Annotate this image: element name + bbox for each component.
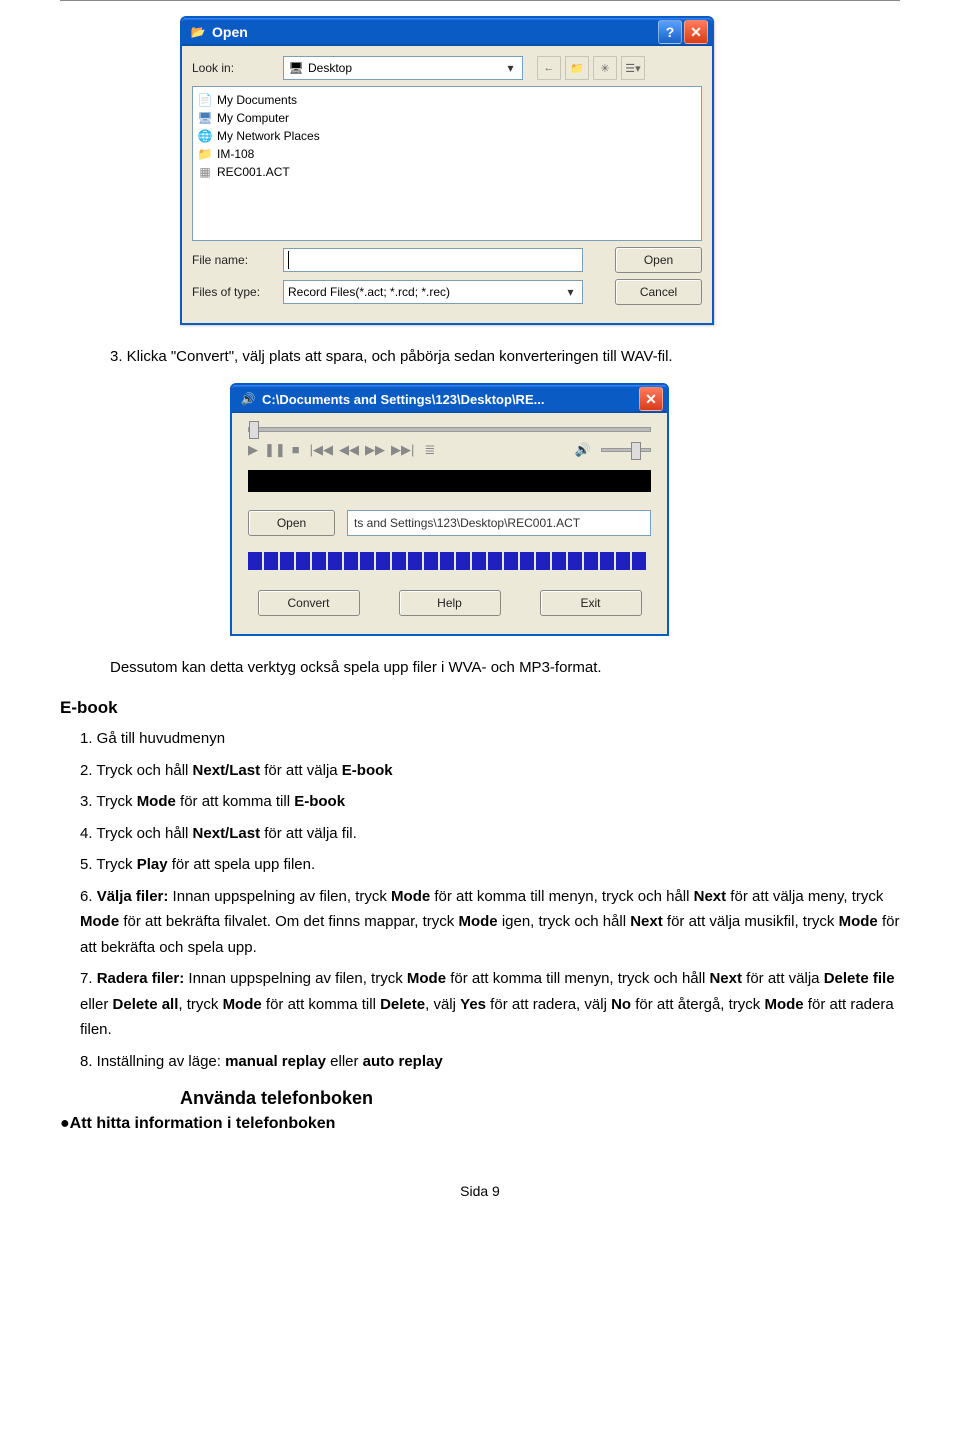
list-item-2: 2. Tryck och håll Next/Last för att välj…: [80, 758, 900, 784]
position-slider[interactable]: [248, 427, 651, 432]
open-button[interactable]: Open: [615, 247, 702, 273]
player-titlebar: 🔊 C:\Documents and Settings\123\Desktop\…: [232, 385, 667, 413]
network-icon: 🌐: [197, 128, 213, 144]
exit-button[interactable]: Exit: [540, 590, 642, 616]
player-dialog-screenshot: 🔊 C:\Documents and Settings\123\Desktop\…: [230, 383, 669, 636]
close-button[interactable]: ✕: [684, 20, 708, 44]
prev-track-icon[interactable]: |◀◀: [310, 442, 333, 458]
chevron-down-icon: ▾: [563, 285, 578, 299]
list-item-4: 4. Tryck och håll Next/Last för att välj…: [80, 821, 900, 847]
up-folder-icon[interactable]: 📁: [565, 56, 589, 80]
progress-bar: [248, 552, 651, 570]
desktop-icon: 🖥: [288, 60, 304, 76]
path-field[interactable]: ts and Settings\123\Desktop\REC001.ACT: [347, 510, 651, 536]
back-icon[interactable]: ←: [537, 56, 561, 80]
help-button[interactable]: Help: [399, 590, 501, 616]
page-footer: Sida 9: [60, 1183, 900, 1199]
list-item-7: 7. Radera filer: Innan uppspelning av fi…: [80, 966, 900, 1043]
docs-icon: 📄: [197, 92, 213, 108]
forward-icon[interactable]: ▶▶: [365, 442, 385, 458]
dialog-titlebar: 📂 Open ? ✕: [182, 18, 712, 46]
lookin-combo[interactable]: 🖥 Desktop ▾: [283, 56, 523, 80]
after-player-text: Dessutom kan detta verktyg också spela u…: [110, 656, 900, 680]
app-icon: 📂: [190, 24, 206, 40]
next-track-icon[interactable]: ▶▶|: [391, 442, 414, 458]
convert-button[interactable]: Convert: [258, 590, 360, 616]
media-controls: ▶ ❚❚ ■ |◀◀ ◀◀ ▶▶ ▶▶| ≣ 🔊: [248, 442, 651, 458]
lookin-label: Look in:: [192, 61, 277, 75]
telefonbok-heading: Använda telefonboken: [180, 1088, 900, 1109]
filename-input[interactable]: [283, 248, 583, 272]
list-item-6: 6. Välja filer: Innan uppspelning av fil…: [80, 884, 900, 961]
list-item[interactable]: 🖥My Computer: [197, 109, 697, 127]
volume-slider[interactable]: [601, 448, 651, 452]
list-item[interactable]: 🌐My Network Places: [197, 127, 697, 145]
filetype-label: Files of type:: [192, 285, 277, 299]
list-item[interactable]: 📁IM-108: [197, 145, 697, 163]
stop-icon[interactable]: ■: [292, 442, 300, 458]
list-item-3: 3. Tryck Mode för att komma till E-book: [80, 789, 900, 815]
player-open-button[interactable]: Open: [248, 510, 335, 536]
list-item-1: 1. Gå till huvudmenyn: [80, 726, 900, 752]
play-icon[interactable]: ▶: [248, 442, 258, 458]
file-list[interactable]: 📄My Documents 🖥My Computer 🌐My Network P…: [192, 86, 702, 241]
dialog-title: Open: [212, 24, 248, 40]
chevron-down-icon: ▾: [503, 61, 518, 75]
list-item[interactable]: 📄My Documents: [197, 91, 697, 109]
new-folder-icon[interactable]: ✳: [593, 56, 617, 80]
text-cursor: [288, 251, 289, 269]
cancel-button[interactable]: Cancel: [615, 279, 702, 305]
open-dialog-screenshot: 📂 Open ? ✕ Look in: 🖥 Desktop ▾: [180, 16, 900, 325]
filetype-combo[interactable]: Record Files(*.act; *.rcd; *.rec) ▾: [283, 280, 583, 304]
playlist-icon[interactable]: ≣: [424, 442, 435, 458]
list-item-8: 8. Inställning av läge: manual replay el…: [80, 1049, 900, 1075]
volume-icon[interactable]: 🔊: [575, 442, 591, 458]
rewind-icon[interactable]: ◀◀: [339, 442, 359, 458]
player-title: C:\Documents and Settings\123\Desktop\RE…: [262, 392, 544, 407]
display-panel: [248, 470, 651, 492]
computer-icon: 🖥: [197, 110, 213, 126]
list-item[interactable]: ▦REC001.ACT: [197, 163, 697, 181]
ebook-heading: E-book: [60, 698, 900, 718]
filename-label: File name:: [192, 253, 277, 267]
lookin-value: Desktop: [308, 61, 352, 75]
top-divider: [60, 0, 900, 1]
close-button[interactable]: ✕: [639, 387, 663, 411]
file-icon: ▦: [197, 164, 213, 180]
view-menu-icon[interactable]: ☰▾: [621, 56, 645, 80]
list-item-5: 5. Tryck Play för att spela upp filen.: [80, 852, 900, 878]
pause-icon[interactable]: ❚❚: [264, 442, 286, 458]
step-3-text: 3. Klicka "Convert", välj plats att spar…: [110, 345, 900, 369]
player-app-icon: 🔊: [240, 391, 256, 407]
telefonbok-bullet: ●Att hitta information i telefonboken: [60, 1115, 900, 1133]
filetype-value: Record Files(*.act; *.rcd; *.rec): [288, 285, 450, 299]
folder-icon: 📁: [197, 146, 213, 162]
help-button[interactable]: ?: [658, 20, 682, 44]
